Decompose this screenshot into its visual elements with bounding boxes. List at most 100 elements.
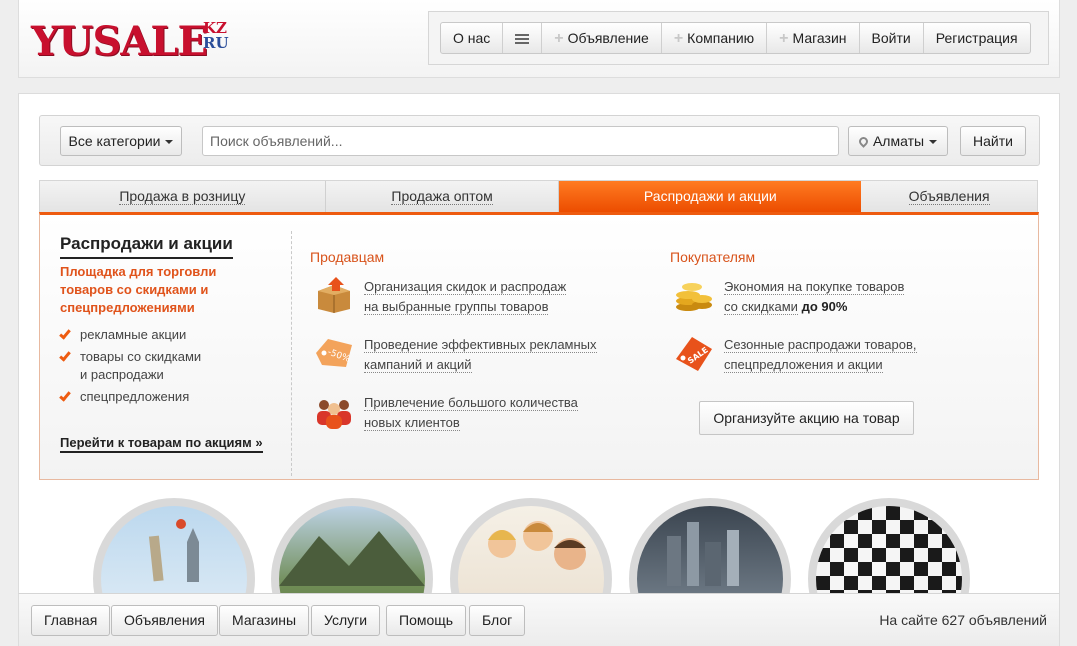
register-button[interactable]: Регистрация xyxy=(924,23,1030,53)
nav-about[interactable]: О нас xyxy=(441,23,504,53)
plus-icon: + xyxy=(554,30,564,47)
promo-link-label: Перейти к товарам по акциям xyxy=(60,435,252,450)
tab-ads-label: Объявления xyxy=(908,188,990,205)
promo-subtitle: Площадка для торговли товаров со скидкам… xyxy=(60,264,217,315)
nav-add-ad-label: Объявление xyxy=(567,30,649,46)
main-panel: Все категории Алматы Найти Продажа в роз… xyxy=(18,93,1060,646)
logo-ru: RU xyxy=(203,34,229,52)
check-item: рекламные акции xyxy=(59,326,280,344)
nav-add-company[interactable]: + Компанию xyxy=(662,23,768,53)
category-tabs: Продажа в розницу Продажа оптом Распрода… xyxy=(39,180,1038,212)
nav-add-shop[interactable]: + Магазин xyxy=(767,23,860,53)
check-text-cont: и распродажи xyxy=(80,367,164,382)
seller-feature-discounts[interactable]: Организация скидок и распродаж на выбран… xyxy=(314,277,567,317)
feature-line: со скидками xyxy=(724,299,798,315)
seller-feature-campaigns[interactable]: -50% Проведение эффективных рекламных ка… xyxy=(314,335,597,375)
top-navigation: О нас + Объявление + Компанию + Магазин Вой… xyxy=(428,11,1049,65)
feature-line: кампаний и акций xyxy=(364,357,472,373)
feature-line: Экономия на покупке товаров xyxy=(724,279,905,295)
logo-text: YUSALE xyxy=(31,18,208,65)
menu-icon xyxy=(515,32,530,46)
buyer-feature-text: Экономия на покупке товаров со скидками … xyxy=(724,277,905,317)
search-input[interactable] xyxy=(202,126,839,156)
category-label: Все категории xyxy=(68,133,161,149)
check-item: спецпредложения xyxy=(59,388,280,406)
check-text: товары со скидками xyxy=(80,349,202,364)
check-icon xyxy=(59,327,71,340)
sellers-heading: Продавцам xyxy=(310,249,385,265)
nav-add-ad[interactable]: + Объявление xyxy=(542,23,662,53)
logo-domains: KZ RU xyxy=(203,21,243,51)
tab-sales-label: Распродажи и акции xyxy=(643,188,777,204)
nav-add-company-label: Компанию xyxy=(687,30,755,46)
footer-nav-blog[interactable]: Блог xyxy=(469,605,526,636)
discount-value: до 90% xyxy=(801,299,848,314)
menu-button[interactable] xyxy=(503,23,543,53)
check-text: рекламные акции xyxy=(80,327,187,342)
feature-line: Привлечение большого количества xyxy=(364,395,578,411)
mountains-image xyxy=(279,531,425,586)
seller-feature-text: Организация скидок и распродаж на выбран… xyxy=(364,277,567,317)
check-icon xyxy=(59,389,71,402)
tab-sales-promotions[interactable]: Распродажи и акции xyxy=(559,181,862,212)
tab-wholesale[interactable]: Продажа оптом xyxy=(326,181,560,212)
footer-nav-shops[interactable]: Магазины xyxy=(219,605,310,636)
tab-retail-label: Продажа в розницу xyxy=(119,188,246,205)
buyer-feature-text: Сезонные распродажи товаров, спецпредлож… xyxy=(724,335,917,375)
seller-feature-clients[interactable]: Привлечение большого количества новых кл… xyxy=(314,393,578,433)
feature-line: спецпредложения и акции xyxy=(724,357,883,373)
sale-tag-icon: SALE xyxy=(676,337,712,371)
top-nav-bar: О нас + Объявление + Компанию + Магазин Вой… xyxy=(440,22,1031,54)
buyers-heading: Покупателям xyxy=(670,249,756,265)
site-header: YUSALE KZ RU О нас + Объявление + Компанию… xyxy=(18,0,1060,78)
promo-title: Распродажи и акции xyxy=(60,234,233,259)
family-image xyxy=(488,521,586,570)
search-bar: Все категории Алматы Найти xyxy=(39,115,1040,166)
city-label: Алматы xyxy=(872,133,925,149)
people-group-icon xyxy=(317,400,351,429)
seller-feature-text: Проведение эффективных рекламных кампани… xyxy=(364,335,597,375)
chevron-down-icon xyxy=(165,140,174,145)
footer-nav-services[interactable]: Услуги xyxy=(311,605,381,636)
tab-wholesale-label: Продажа оптом xyxy=(391,188,493,205)
tab-retail[interactable]: Продажа в розницу xyxy=(40,181,326,212)
feature-line: Проведение эффективных рекламных xyxy=(364,337,597,353)
footer-nav-help[interactable]: Помощь xyxy=(386,605,467,636)
feature-line: Сезонные распродажи товаров, xyxy=(724,337,917,353)
check-item: товары со скидками и распродажи xyxy=(59,348,280,384)
feature-line: Организация скидок и распродаж xyxy=(364,279,567,295)
buyer-feature-savings[interactable]: Экономия на покупке товаров со скидками … xyxy=(674,277,905,317)
landmarks-image xyxy=(148,519,199,582)
footer-nav-ads[interactable]: Объявления xyxy=(111,605,218,636)
promo-panel: Распродажи и акции Площадка для торговли… xyxy=(39,212,1039,480)
location-pin-icon xyxy=(857,135,870,148)
category-dropdown[interactable]: Все категории xyxy=(60,126,182,156)
organize-promo-button[interactable]: Организуйте акцию на товар xyxy=(699,401,914,435)
skyline-image xyxy=(667,522,739,586)
coins-icon xyxy=(676,283,712,311)
feature-line: на выбранные группы товаров xyxy=(364,299,549,315)
check-icon xyxy=(59,349,71,362)
feature-line: новых клиентов xyxy=(364,415,460,431)
seller-feature-text: Привлечение большого количества новых кл… xyxy=(364,393,578,433)
login-button[interactable]: Войти xyxy=(860,23,924,53)
search-button[interactable]: Найти xyxy=(960,126,1026,156)
buyer-feature-seasonal[interactable]: SALE Сезонные распродажи товаров, спецпр… xyxy=(674,335,917,375)
plus-icon: + xyxy=(779,30,789,47)
arrow-right-icon: » xyxy=(255,435,263,450)
footer-nav-home[interactable]: Главная xyxy=(31,605,111,636)
promo-goods-link[interactable]: Перейти к товарам по акциям » xyxy=(60,435,263,453)
tab-ads[interactable]: Объявления xyxy=(861,181,1037,212)
nav-add-shop-label: Магазин xyxy=(792,30,847,46)
check-text: спецпредложения xyxy=(80,389,190,404)
ads-count-status: На сайте 627 объявлений xyxy=(879,612,1047,628)
plus-icon: + xyxy=(673,30,684,47)
promo-intro: Распродажи и акции Площадка для торговли… xyxy=(40,231,292,476)
gift-box-icon xyxy=(318,277,350,313)
promo-checklist: рекламные акции товары со скидками и расп… xyxy=(59,326,280,410)
footer-bar: Главная Объявления Магазины Услуги Помощ… xyxy=(18,593,1060,646)
chevron-down-icon xyxy=(929,140,938,145)
site-logo[interactable]: YUSALE KZ RU xyxy=(31,18,229,65)
city-dropdown[interactable]: Алматы xyxy=(848,126,948,156)
discount-tag-icon: -50% xyxy=(316,339,352,367)
